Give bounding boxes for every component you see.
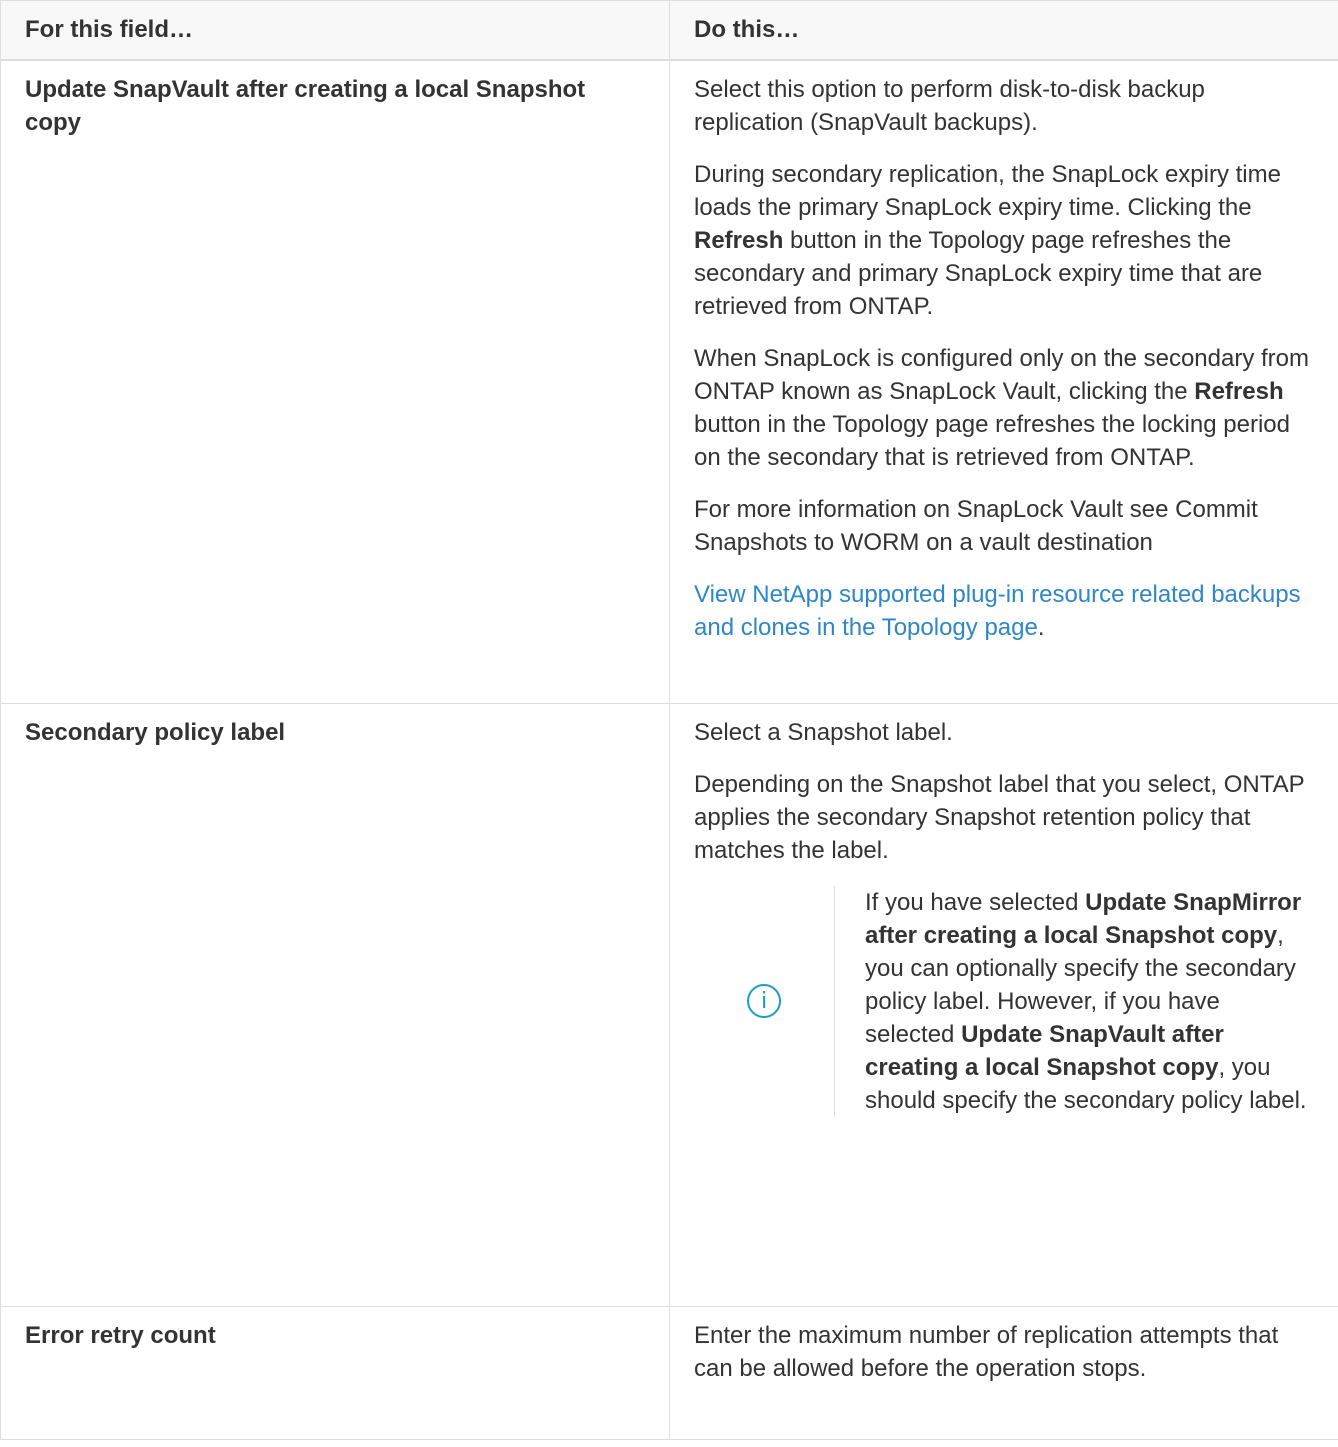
description-paragraph: Select a Snapshot label.: [694, 718, 953, 746]
table-row: Secondary policy label Select a Snapshot…: [0, 702, 1338, 1307]
description-paragraph: Select this option to perform disk-to-di…: [694, 75, 1205, 136]
description-paragraph: For more information on SnapLock Vault s…: [694, 495, 1258, 556]
refresh-button-reference: Refresh: [1194, 377, 1284, 405]
field-description: Select a Snapshot label. Depending on th…: [669, 702, 1338, 1307]
description-paragraph: During secondary replication, the SnapLo…: [694, 160, 1281, 320]
column-header-action: Do this…: [669, 0, 1338, 61]
field-description: Enter the maximum number of replication …: [669, 1305, 1338, 1440]
info-icon: i: [747, 984, 781, 1018]
field-description: Select this option to perform disk-to-di…: [669, 59, 1338, 704]
column-header-field: For this field…: [0, 0, 670, 61]
note-admonition: i If you have selected Update SnapMirror…: [694, 885, 1314, 1117]
note-icon-cell: i: [694, 885, 835, 1117]
table-row: Update SnapVault after creating a local …: [0, 59, 1338, 704]
table-row: Error retry count Enter the maximum numb…: [0, 1305, 1338, 1440]
refresh-button-reference: Refresh: [694, 226, 784, 254]
description-paragraph: Depending on the Snapshot label that you…: [694, 770, 1305, 864]
note-text: If you have selected Update SnapMirror a…: [865, 888, 1307, 1114]
field-name: Update SnapVault after creating a local …: [0, 59, 670, 704]
field-name: Error retry count: [0, 1305, 670, 1440]
description-paragraph: Enter the maximum number of replication …: [694, 1321, 1279, 1382]
description-paragraph: View NetApp supported plug-in resource r…: [694, 580, 1301, 641]
topology-page-link[interactable]: View NetApp supported plug-in resource r…: [694, 581, 1301, 641]
table-header-row: For this field… Do this…: [0, 0, 1338, 61]
description-paragraph: When SnapLock is configured only on the …: [694, 344, 1310, 471]
field-description-table: For this field… Do this… Update SnapVaul…: [0, 0, 1338, 1440]
field-name: Secondary policy label: [0, 702, 670, 1307]
